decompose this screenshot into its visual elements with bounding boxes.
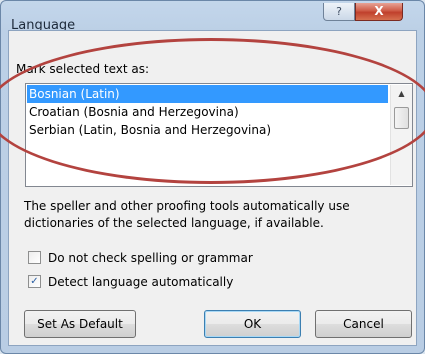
scroll-up-icon[interactable]: ▲	[391, 85, 412, 102]
no-spellcheck-checkbox[interactable]	[28, 251, 41, 264]
detect-language-label: Detect language automatically	[48, 275, 234, 289]
check-icon: ✓	[30, 276, 39, 287]
detect-language-checkbox[interactable]: ✓	[28, 275, 41, 288]
language-item[interactable]: Bosnian (Latin)	[27, 85, 388, 103]
dialog-client-area	[8, 30, 417, 346]
mark-text-label: Mark selected text as:	[16, 62, 150, 76]
no-spellcheck-label: Do not check spelling or grammar	[48, 251, 253, 265]
set-as-default-button[interactable]: Set As Default	[24, 310, 136, 338]
close-button[interactable]: X	[355, 3, 403, 21]
ok-button[interactable]: OK	[204, 310, 301, 338]
list-scrollbar[interactable]: ▲	[390, 85, 412, 185]
scroll-thumb[interactable]	[394, 107, 409, 129]
language-item[interactable]: Croatian (Bosnia and Herzegovina)	[27, 103, 388, 121]
cancel-button[interactable]: Cancel	[315, 310, 412, 338]
language-item[interactable]: Serbian (Latin, Bosnia and Herzegovina)	[27, 121, 388, 139]
proofing-description: The speller and other proofing tools aut…	[24, 199, 350, 230]
language-listbox[interactable]: Bosnian (Latin) Croatian (Bosnia and Her…	[25, 83, 413, 187]
help-button[interactable]: ?	[323, 3, 355, 21]
